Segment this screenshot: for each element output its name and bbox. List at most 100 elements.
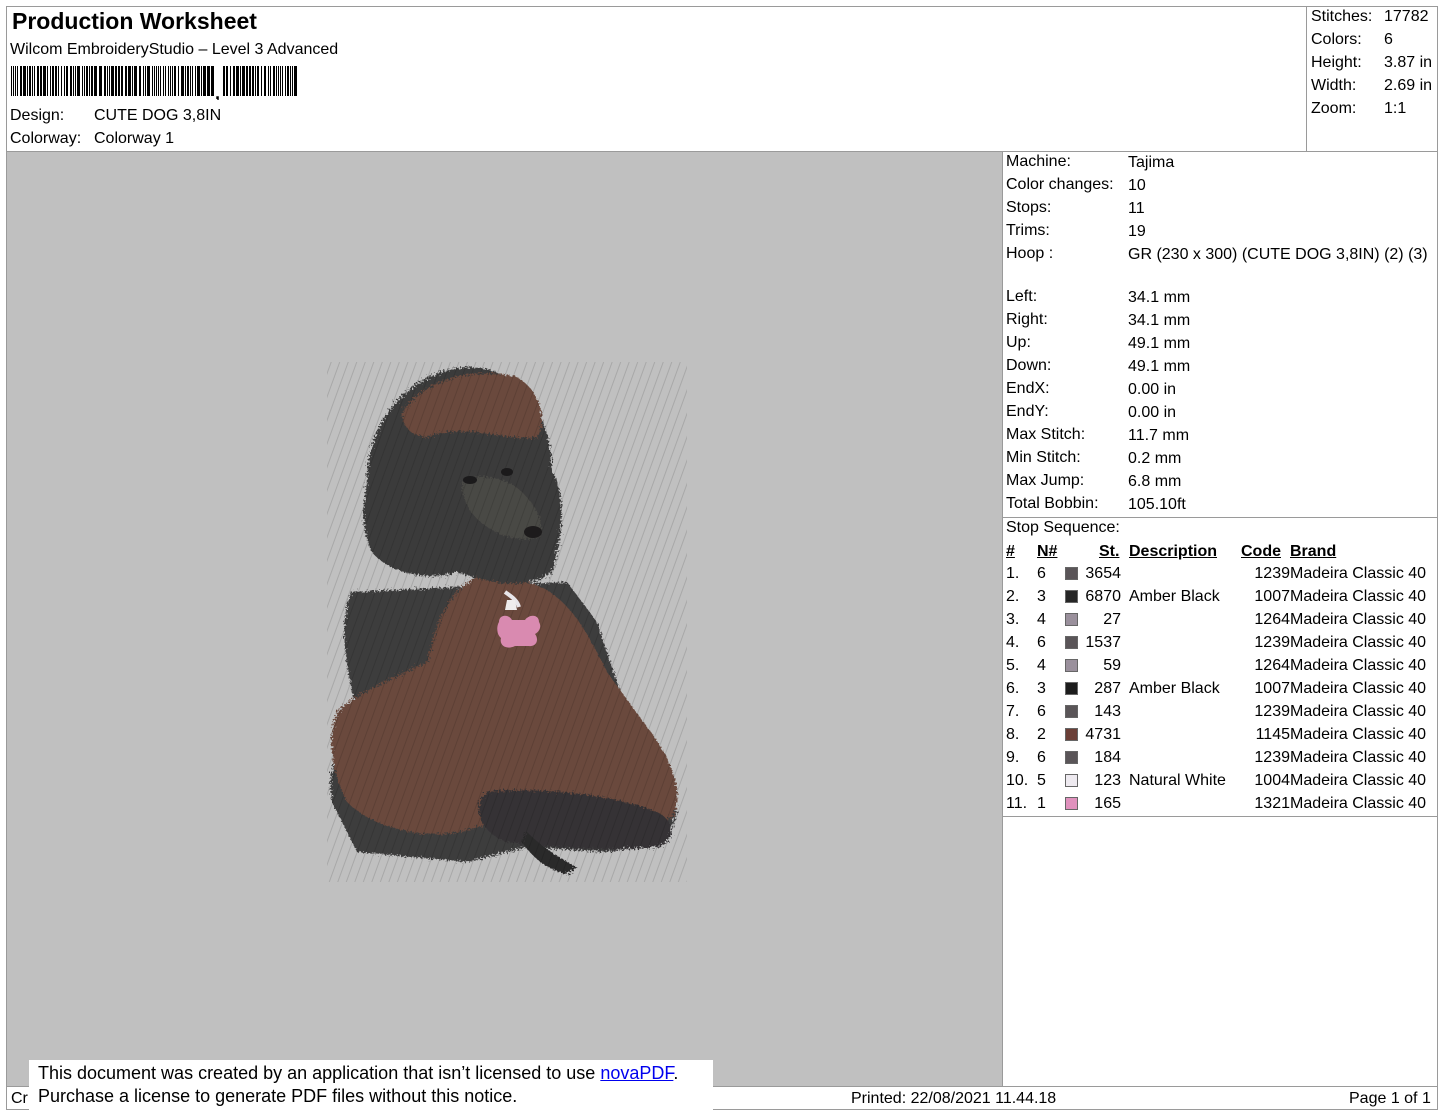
stop-sequence-row: 4. 6 1537 1239 Madeira Classic 40 <box>1006 634 1436 657</box>
colorway-field: Colorway: Colorway 1 <box>10 130 174 148</box>
col-header-brand: Brand <box>1290 543 1337 560</box>
stop-num: 4. <box>1006 634 1020 651</box>
thread-color-swatch <box>1065 705 1078 718</box>
thread-color-swatch <box>1065 682 1078 695</box>
stop-needle: 6 <box>1037 634 1046 651</box>
stop-stitches: 3654 <box>1085 565 1121 582</box>
thread-color-swatch <box>1065 613 1078 626</box>
thread-color-swatch <box>1065 590 1078 603</box>
svg-text:,: , <box>215 83 220 100</box>
stop-needle: 6 <box>1037 565 1046 582</box>
stop-brand: Madeira Classic 40 <box>1290 726 1427 743</box>
thread-color-swatch <box>1065 659 1078 672</box>
stop-sequence-row: 1. 6 3654 1239 Madeira Classic 40 <box>1006 565 1436 588</box>
stop-code: 1007 <box>1254 680 1290 697</box>
design-label: Design: <box>10 107 65 124</box>
stop-num: 1. <box>1006 565 1020 582</box>
stop-brand: Madeira Classic 40 <box>1290 795 1427 812</box>
stop-num: 3. <box>1006 611 1020 628</box>
stop-sequence-title: Stop Sequence: <box>1006 519 1120 536</box>
license-notice: This document was created by an applicat… <box>29 1060 713 1112</box>
stop-sequence-row: 10. 5 123 Natural White 1004 Madeira Classic … <box>1006 772 1436 795</box>
stop-code: 1239 <box>1254 703 1290 720</box>
thread-color-swatch <box>1065 728 1078 741</box>
barcode-image: , <box>11 66 297 100</box>
dog-embroidery-image <box>327 362 687 882</box>
stop-stitches: 6870 <box>1085 588 1121 605</box>
stop-num: 9. <box>1006 749 1020 766</box>
stop-stitches: 1537 <box>1085 634 1121 651</box>
stop-sequence-row: 2. 3 6870 Amber Black 1007 Madeira Classic 40 <box>1006 588 1436 611</box>
stop-brand: Madeira Classic 40 <box>1290 565 1427 582</box>
stop-needle: 3 <box>1037 680 1046 697</box>
stop-sequence-row: 6. 3 287 Amber Black 1007 Madeira Classic 40 <box>1006 680 1436 703</box>
novapdf-link[interactable]: novaPDF <box>600 1063 673 1083</box>
stop-code: 1264 <box>1254 611 1290 628</box>
preview-divider <box>1002 151 1003 1086</box>
stop-sequence-row: 5. 4 59 1264 Madeira Classic 40 <box>1006 657 1436 680</box>
stop-code: 1145 <box>1255 726 1290 743</box>
notice-line-2: Purchase a license to generate PDF files… <box>38 1086 518 1106</box>
stop-stitches: 287 <box>1094 680 1121 697</box>
colorway-value: Colorway 1 <box>94 130 175 147</box>
stop-num: 10. <box>1006 772 1029 789</box>
stop-stitches: 27 <box>1103 611 1121 628</box>
stop-brand: Madeira Classic 40 <box>1290 611 1427 628</box>
stop-sequence-row: 11. 1 165 1321 Madeira Classic 40 <box>1006 795 1436 818</box>
stop-needle: 1 <box>1037 795 1046 812</box>
stop-num: 2. <box>1006 588 1020 605</box>
stop-stitches: 184 <box>1094 749 1121 766</box>
worksheet-title: Production Worksheet <box>12 8 257 34</box>
design-preview <box>7 152 1002 1086</box>
stop-brand: Madeira Classic 40 <box>1290 772 1427 789</box>
stop-needle: 4 <box>1037 611 1046 628</box>
stop-sequence-row: 8. 2 4731 1145 Madeira Classic 40 <box>1006 726 1436 749</box>
stop-code: 1239 <box>1254 749 1290 766</box>
footer-left-fragment: Cr <box>11 1090 28 1107</box>
design-field: Design: CUTE DOG 3,8IN <box>10 107 221 125</box>
col-header-description: Description <box>1129 543 1218 560</box>
stop-code: 1264 <box>1254 657 1290 674</box>
stop-brand: Madeira Classic 40 <box>1290 749 1427 766</box>
stop-sequence-divider <box>1002 517 1438 518</box>
stop-brand: Madeira Classic 40 <box>1290 657 1427 674</box>
table-end-divider <box>1002 816 1438 817</box>
col-header-num: # <box>1006 543 1015 560</box>
stop-needle: 3 <box>1037 588 1046 605</box>
thread-color-swatch <box>1065 567 1078 580</box>
stop-code: 1239 <box>1254 565 1290 582</box>
stop-brand: Madeira Classic 40 <box>1290 588 1427 605</box>
software-name: Wilcom EmbroideryStudio – Level 3 Advanc… <box>10 41 339 58</box>
thread-color-swatch <box>1065 797 1078 810</box>
stop-code: 1239 <box>1254 634 1290 651</box>
printed-timestamp: Printed: 22/08/2021 11.44.18 <box>851 1090 1057 1107</box>
stop-description: Amber Black <box>1129 680 1220 697</box>
stop-stitches: 4731 <box>1085 726 1121 743</box>
stop-needle: 5 <box>1037 772 1046 789</box>
stop-stitches: 59 <box>1103 657 1121 674</box>
notice-line-1: This document was created by an applicat… <box>38 1063 679 1083</box>
stop-description: Natural White <box>1129 772 1226 789</box>
stop-code: 1004 <box>1254 772 1290 789</box>
stop-num: 8. <box>1006 726 1020 743</box>
stop-description: Amber Black <box>1129 588 1220 605</box>
page-number: Page 1 of 1 <box>1349 1090 1431 1107</box>
stop-stitches: 143 <box>1094 703 1121 720</box>
thread-color-swatch <box>1065 774 1078 787</box>
colorway-label: Colorway: <box>10 130 82 147</box>
thread-color-swatch <box>1065 636 1078 649</box>
thread-color-swatch <box>1065 751 1078 764</box>
stop-num: 5. <box>1006 657 1020 674</box>
stop-needle: 6 <box>1037 703 1046 720</box>
stop-brand: Madeira Classic 40 <box>1290 634 1427 651</box>
stop-sequence-row: 9. 6 184 1239 Madeira Classic 40 <box>1006 749 1436 772</box>
design-stats-box: Stitches: 17782 Colors: 6 Height: 3.87 in W… <box>1306 6 1438 152</box>
col-header-code: Code <box>1241 543 1281 560</box>
stop-needle: 2 <box>1037 726 1046 743</box>
col-header-needle: N# <box>1037 543 1058 560</box>
stop-needle: 6 <box>1037 749 1046 766</box>
stop-num: 7. <box>1006 703 1020 720</box>
stop-code: 1321 <box>1254 795 1290 812</box>
stop-code: 1007 <box>1254 588 1290 605</box>
stop-num: 11. <box>1006 795 1028 812</box>
